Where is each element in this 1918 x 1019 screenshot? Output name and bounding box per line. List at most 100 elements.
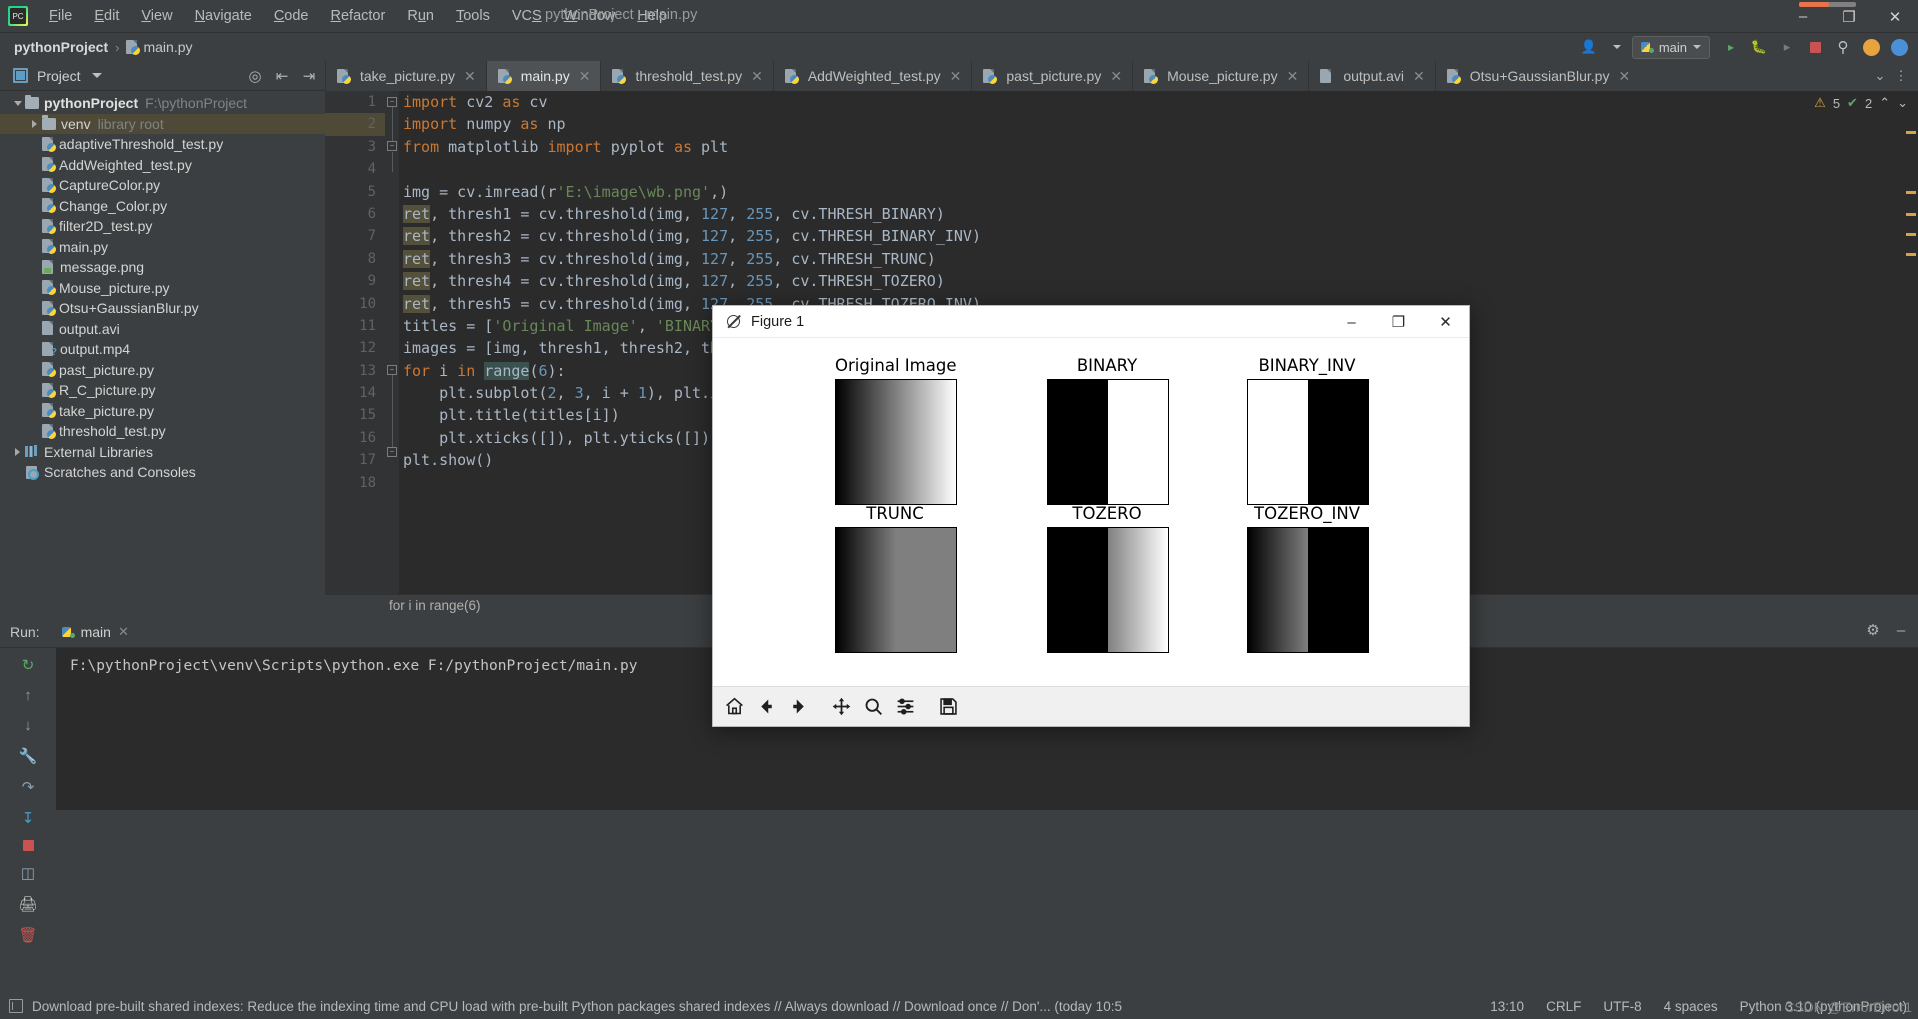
editor-gutter[interactable]: 123456789101112131415161718 <box>325 91 385 616</box>
line-number[interactable]: 3 <box>325 136 385 158</box>
line-number[interactable]: 6 <box>325 203 385 225</box>
editor-tab[interactable]: Mouse_picture.py✕ <box>1132 61 1308 91</box>
tree-item[interactable]: Scratches and Consoles <box>0 462 325 483</box>
stripe-mark-warning[interactable] <box>1906 131 1916 134</box>
chevron-down-icon[interactable]: ⌄ <box>1871 68 1889 84</box>
minimize-button[interactable]: – <box>1780 0 1826 33</box>
zoom-icon[interactable] <box>858 692 888 722</box>
editor-tab[interactable]: threshold_test.py✕ <box>600 61 772 91</box>
editor-tab[interactable]: take_picture.py✕ <box>325 61 486 91</box>
close-icon[interactable]: ✕ <box>950 68 962 85</box>
code-line[interactable]: ret, thresh1 = cv.threshold(img, 127, 25… <box>399 203 1918 225</box>
tab-options-icon[interactable]: ⋮ <box>1892 68 1910 84</box>
menu-refactor[interactable]: Refactor <box>320 4 397 28</box>
chevron-right-icon[interactable] <box>10 448 25 456</box>
forward-arrow-icon[interactable] <box>783 692 813 722</box>
fold-marker-line1[interactable]: − <box>387 97 397 107</box>
breadcrumb-file[interactable]: main.py <box>143 39 192 55</box>
code-line[interactable]: ret, thresh2 = cv.threshold(img, 127, 25… <box>399 225 1918 247</box>
line-number[interactable]: 17 <box>325 449 385 471</box>
close-icon[interactable]: ✕ <box>1618 68 1630 85</box>
stripe-mark-warning[interactable] <box>1906 253 1916 256</box>
layout-icon[interactable]: ◫ <box>17 864 39 882</box>
figure-minimize-button[interactable]: – <box>1328 306 1375 338</box>
matplotlib-figure-window[interactable]: Figure 1 – ❐ ✕ Original ImageBINARYBINAR… <box>712 305 1470 727</box>
tree-item[interactable]: message.png <box>0 257 325 278</box>
close-button[interactable]: ✕ <box>1872 0 1918 33</box>
project-tree[interactable]: pythonProjectF:\pythonProjectvenvlibrary… <box>0 91 325 616</box>
editor-fold-column[interactable]: − − − − <box>385 91 399 616</box>
line-number[interactable]: 10 <box>325 293 385 315</box>
code-line[interactable]: from matplotlib import pyplot as plt <box>399 136 1918 158</box>
line-number[interactable]: 16 <box>325 427 385 449</box>
line-number[interactable]: 18 <box>325 472 385 494</box>
updates-icon[interactable] <box>1858 35 1884 59</box>
close-icon[interactable]: ✕ <box>464 68 476 85</box>
back-arrow-icon[interactable] <box>751 692 781 722</box>
editor-tab[interactable]: AddWeighted_test.py✕ <box>773 61 972 91</box>
chevron-down-icon[interactable] <box>1604 35 1630 59</box>
code-line[interactable]: import numpy as np <box>399 113 1918 135</box>
tree-item[interactable]: CaptureColor.py <box>0 175 325 196</box>
tree-item[interactable]: External Libraries <box>0 442 325 463</box>
editor-tab-bar[interactable]: take_picture.py✕main.py✕threshold_test.p… <box>325 61 1918 91</box>
close-icon[interactable]: ✕ <box>118 624 129 640</box>
line-number[interactable]: 7 <box>325 225 385 247</box>
close-icon[interactable]: ✕ <box>1287 68 1299 85</box>
soft-wrap-icon[interactable]: ↷ <box>17 778 39 796</box>
line-number[interactable]: 11 <box>325 315 385 337</box>
project-panel-title[interactable]: Project <box>37 68 81 84</box>
save-icon[interactable] <box>933 692 963 722</box>
tree-item[interactable]: filter2D_test.py <box>0 216 325 237</box>
printer-icon[interactable]: 🖨 <box>17 895 39 913</box>
tree-item[interactable]: Otsu+GaussianBlur.py <box>0 298 325 319</box>
stripe-mark-warning[interactable] <box>1906 233 1916 236</box>
tree-item[interactable]: take_picture.py <box>0 401 325 422</box>
account-icon[interactable] <box>1886 35 1912 59</box>
tree-item[interactable]: Change_Color.py <box>0 196 325 217</box>
tree-item[interactable]: threshold_test.py <box>0 421 325 442</box>
tree-item[interactable]: pythonProjectF:\pythonProject <box>0 93 325 114</box>
prev-problem-icon[interactable]: ⌃ <box>1879 95 1890 111</box>
gear-icon[interactable]: ⚙ <box>1864 621 1882 639</box>
tree-item[interactable]: Mouse_picture.py <box>0 278 325 299</box>
scroll-end-icon[interactable]: ↧ <box>17 809 39 827</box>
locate-icon[interactable]: ◎ <box>246 67 264 85</box>
menu-view[interactable]: View <box>130 4 183 28</box>
chevron-right-icon[interactable] <box>27 120 42 128</box>
fold-marker-line13[interactable]: − <box>387 365 397 375</box>
line-number[interactable]: 14 <box>325 382 385 404</box>
event-log-icon[interactable] <box>9 999 23 1013</box>
code-line[interactable] <box>399 158 1918 180</box>
tree-item[interactable]: output.avi <box>0 319 325 340</box>
status-message[interactable]: Download pre-built shared indexes: Reduc… <box>32 999 1122 1014</box>
line-number[interactable]: 5 <box>325 181 385 203</box>
editor-tab[interactable]: past_picture.py✕ <box>971 61 1132 91</box>
fold-marker-line3[interactable]: − <box>387 141 397 151</box>
line-number[interactable]: 9 <box>325 270 385 292</box>
tree-item[interactable]: past_picture.py <box>0 360 325 381</box>
hide-icon[interactable]: – <box>1892 622 1910 639</box>
menu-run[interactable]: Run <box>396 4 445 28</box>
menu-edit[interactable]: Edit <box>83 4 130 28</box>
status-line-separator[interactable]: CRLF <box>1535 999 1592 1014</box>
run-tab-main[interactable]: main ✕ <box>62 624 129 640</box>
close-icon[interactable]: ✕ <box>1110 68 1122 85</box>
home-icon[interactable] <box>719 692 749 722</box>
run-configuration-selector[interactable]: main <box>1632 36 1710 59</box>
status-encoding[interactable]: UTF-8 <box>1592 999 1652 1014</box>
stripe-mark-warning[interactable] <box>1906 191 1916 194</box>
menu-navigate[interactable]: Navigate <box>184 4 263 28</box>
next-problem-icon[interactable]: ⌄ <box>1897 95 1908 111</box>
tree-item[interactable]: R_C_picture.py <box>0 380 325 401</box>
editor-tab[interactable]: output.avi✕ <box>1308 61 1434 91</box>
coverage-icon[interactable]: ▸ <box>1774 35 1800 59</box>
line-number[interactable]: 2 <box>325 113 385 135</box>
figure-canvas[interactable]: Original ImageBINARYBINARY_INVTRUNCTOZER… <box>713 338 1469 686</box>
chevron-down-icon[interactable] <box>92 73 102 78</box>
up-arrow-icon[interactable]: ↑ <box>17 687 39 704</box>
line-number[interactable]: 13 <box>325 360 385 382</box>
rerun-icon[interactable]: ↻ <box>17 656 39 674</box>
run-icon[interactable]: ▸ <box>1718 35 1744 59</box>
wrench-icon[interactable]: 🔧 <box>17 747 39 765</box>
